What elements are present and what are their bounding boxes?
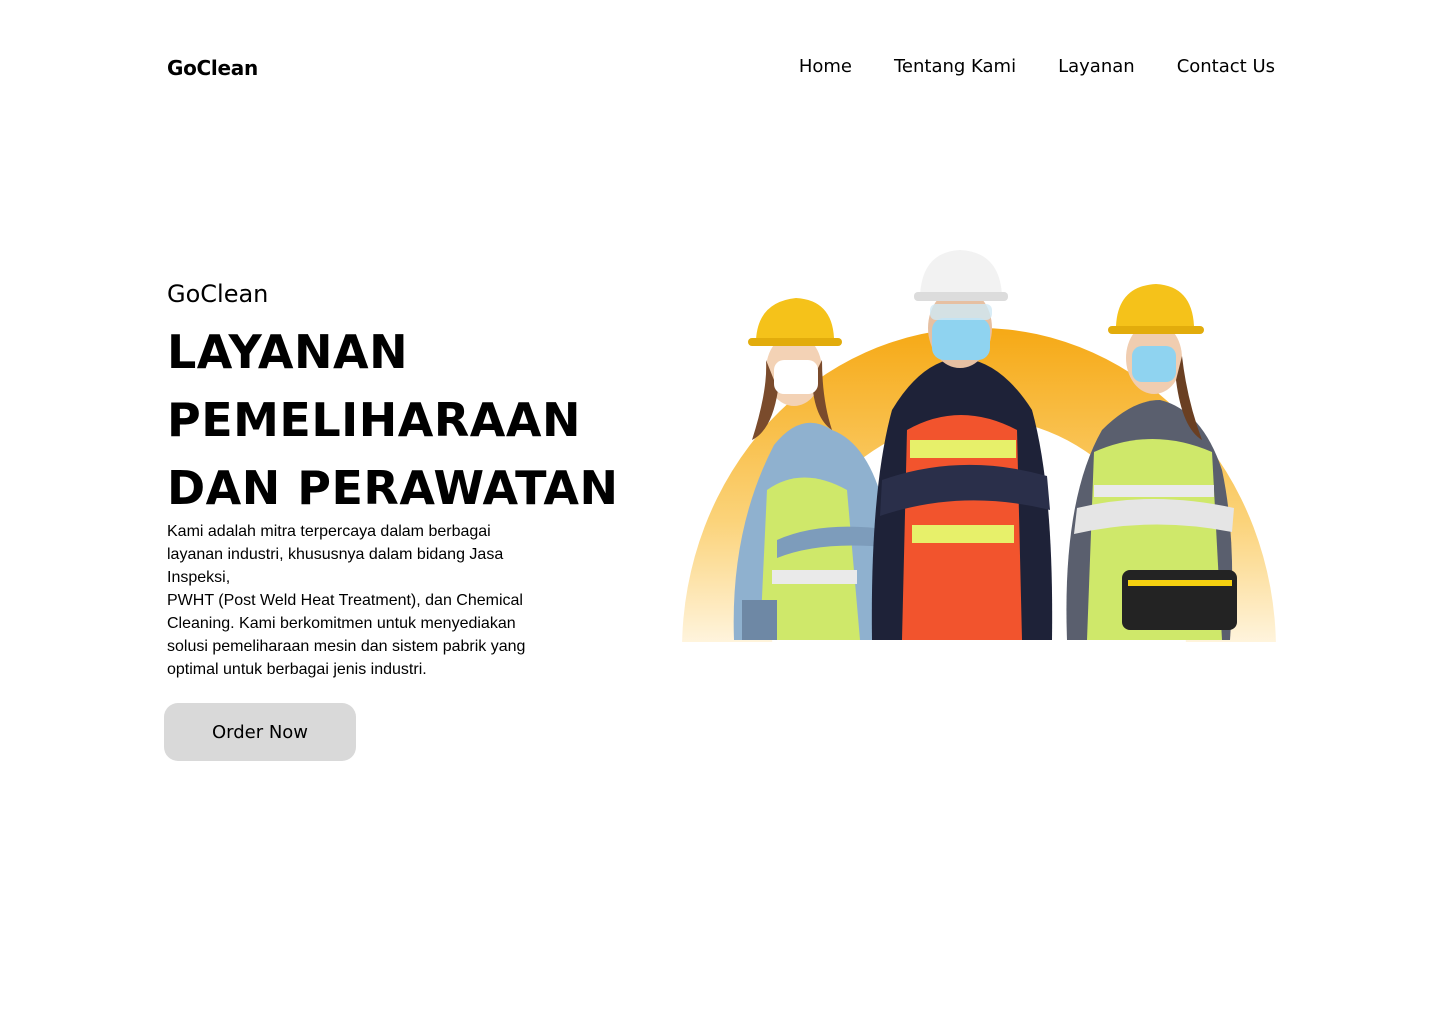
- order-now-button[interactable]: Order Now: [164, 703, 356, 761]
- description-line: PWHT (Post Weld Heat Treatment), dan Che…: [167, 592, 523, 609]
- worker-middle-figure: [871, 250, 1053, 640]
- headline-line-2: PEMELIHARAAN: [167, 393, 581, 447]
- headline-line-3: DAN PERAWATAN: [167, 461, 619, 515]
- description-line: Inspeksi,: [167, 569, 231, 586]
- main-nav: Home Tentang Kami Layanan Contact Us: [799, 56, 1275, 77]
- nav-tentang-kami[interactable]: Tentang Kami: [894, 56, 1016, 77]
- worker-right-figure: [1066, 284, 1237, 640]
- brand-logo[interactable]: GoClean: [167, 56, 258, 80]
- landing-page: GoClean Home Tentang Kami Layanan Contac…: [0, 0, 1440, 1024]
- hero-headline: LAYANAN PEMELIHARAAN DAN PERAWATAN: [167, 318, 687, 522]
- description-line: Kami adalah mitra terpercaya dalam berba…: [167, 523, 491, 540]
- workers-in-safety-gear-illustration: [682, 250, 1276, 660]
- bottom-fade: [682, 642, 1276, 660]
- description-line: solusi pemeliharaan mesin dan sistem pab…: [167, 638, 526, 655]
- nav-layanan[interactable]: Layanan: [1058, 56, 1135, 77]
- nav-contact-us[interactable]: Contact Us: [1177, 56, 1275, 77]
- description-line: optimal untuk berbagai jenis industri.: [167, 661, 427, 678]
- hero-description: Kami adalah mitra terpercaya dalam berba…: [167, 520, 537, 681]
- hero-eyebrow: GoClean: [167, 280, 269, 308]
- headline-line-1: LAYANAN: [167, 325, 409, 379]
- nav-home[interactable]: Home: [799, 56, 852, 77]
- description-line: Cleaning. Kami berkomitmen untuk menyedi…: [167, 615, 516, 632]
- description-line: layanan industri, khususnya dalam bidang…: [167, 546, 504, 563]
